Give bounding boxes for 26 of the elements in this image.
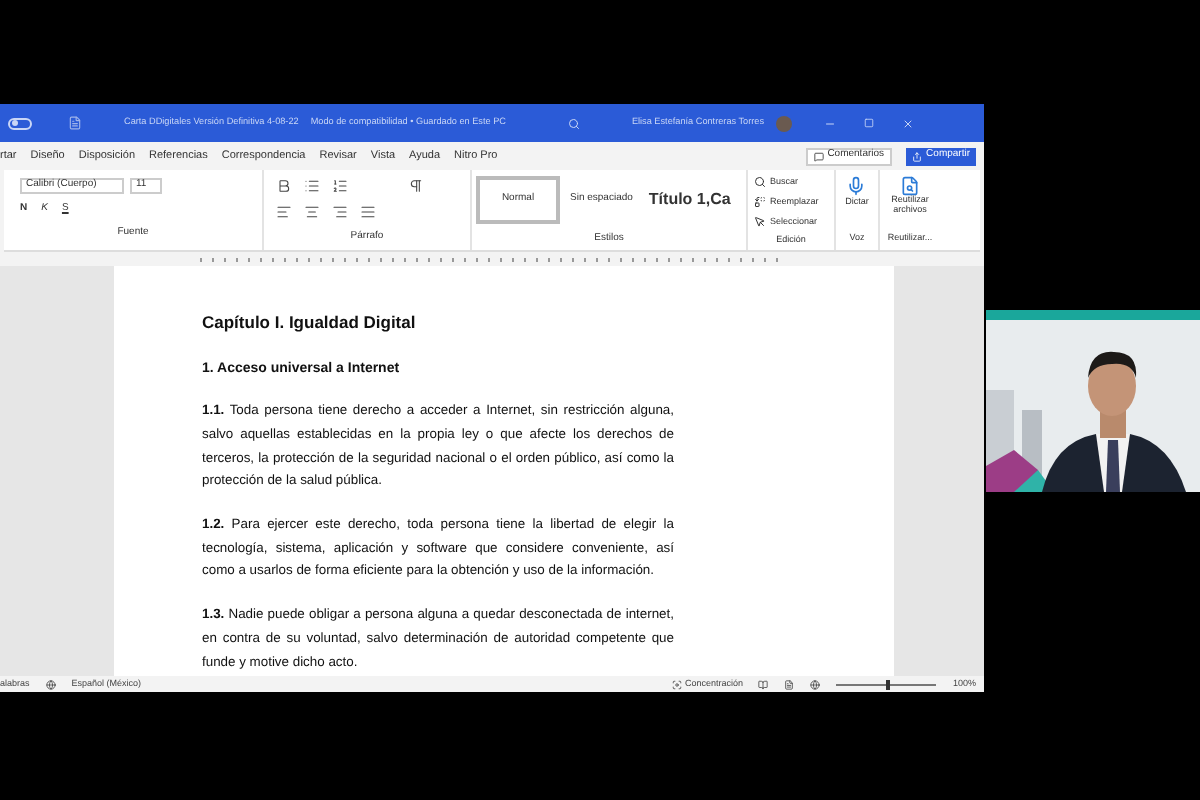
search-icon[interactable]: [567, 117, 580, 129]
align-icon[interactable]: [332, 204, 348, 220]
maximize-icon[interactable]: [864, 118, 874, 128]
read-mode-icon[interactable]: [758, 679, 769, 689]
style-option[interactable]: Título 1,Ca: [642, 176, 737, 224]
close-icon[interactable]: [902, 117, 914, 129]
share-icon: [912, 151, 923, 161]
numbered-list-icon[interactable]: [332, 178, 348, 194]
bold-icon[interactable]: [276, 178, 292, 194]
print-layout-icon[interactable]: [784, 679, 795, 689]
autosave-toggle[interactable]: [8, 117, 32, 129]
pilcrow-icon[interactable]: [408, 178, 424, 194]
zoom-thumb[interactable]: [886, 679, 891, 689]
align-icon[interactable]: [276, 204, 292, 220]
bullet-list-icon[interactable]: [304, 178, 320, 194]
save-icon[interactable]: [68, 116, 82, 130]
focus-icon: [672, 679, 683, 689]
comment-icon: [813, 151, 824, 161]
cursor-icon: [754, 215, 766, 228]
replace-icon: [754, 196, 766, 209]
align-icon[interactable]: [304, 204, 320, 220]
search-icon: [754, 176, 766, 189]
microphone-icon: [846, 176, 867, 196]
file-search-icon: [900, 176, 920, 196]
align-icon[interactable]: [360, 204, 376, 220]
chapter-heading: Capítulo I. Igualdad Digital: [202, 310, 418, 336]
